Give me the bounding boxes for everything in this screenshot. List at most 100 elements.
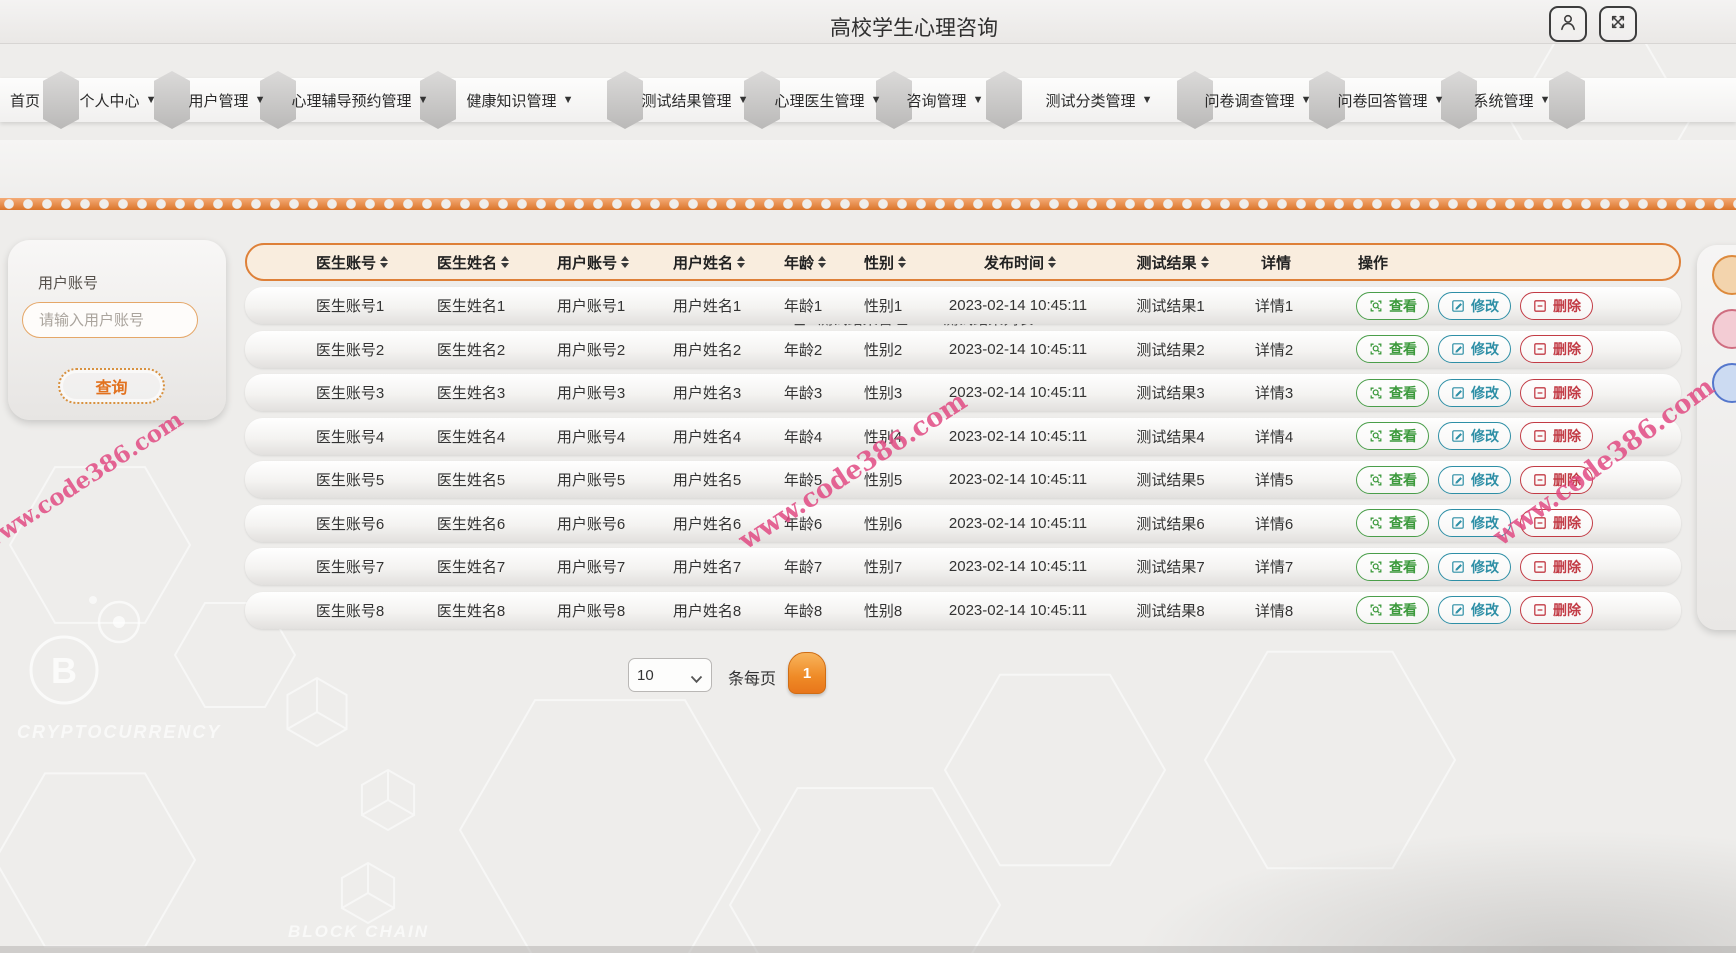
sidebar-search-card: 用户账号 查询 <box>8 240 226 420</box>
right-panel-orange-circle[interactable] <box>1712 255 1736 295</box>
magnifier-icon <box>1368 385 1384 401</box>
caret-down-icon: ▼ <box>417 94 429 106</box>
view-button[interactable]: 查看 <box>1356 335 1429 363</box>
sort-icon[interactable] <box>898 256 906 268</box>
column-header[interactable]: 性别 <box>845 252 925 273</box>
action-label: 查看 <box>1389 515 1417 531</box>
magnifier-icon <box>1368 341 1384 357</box>
user-icon <box>1557 11 1579 38</box>
nav-item-8[interactable]: 测试分类管理 ▼ <box>1046 78 1153 122</box>
search-button[interactable]: 查询 <box>58 368 165 404</box>
edit-button[interactable]: 修改 <box>1438 465 1511 494</box>
main-nav: 首页 个人中心 ▼ 用户管理 ▼ 心理辅导预约管理 ▼ 健康知识管理 ▼ 测试结果管理 ▼ 心理医生管… <box>0 71 1736 129</box>
table-cell: 用户姓名8 <box>672 602 742 620</box>
table-cell: 医生账号2 <box>315 341 385 359</box>
nav-item-1[interactable]: 个人中心 ▼ <box>80 78 157 122</box>
delete-button[interactable]: 删除 <box>1520 378 1593 407</box>
table-cell: 年龄4 <box>783 428 823 446</box>
right-edge-panel <box>1697 245 1736 630</box>
view-button[interactable]: 查看 <box>1356 552 1429 581</box>
nav-item-0[interactable]: 首页 <box>10 78 40 122</box>
nav-item-6[interactable]: 心理医生管理 ▼ <box>775 78 882 122</box>
table-cell: 2023-02-14 10:45:11 <box>948 340 1088 358</box>
column-header-label: 用户账号 <box>556 254 617 272</box>
delete-button[interactable]: 删除 <box>1520 509 1593 537</box>
edit-button[interactable]: 修改 <box>1438 291 1511 320</box>
table-cell: 详情4 <box>1254 428 1294 446</box>
delete-button[interactable]: 删除 <box>1520 335 1593 363</box>
table-cell: 用户账号1 <box>556 298 626 315</box>
nav-item-4[interactable]: 健康知识管理 ▼ <box>467 78 574 122</box>
user-profile-button[interactable] <box>1549 6 1587 42</box>
view-button[interactable]: 查看 <box>1356 422 1429 450</box>
nav-hexagon-divider <box>607 71 643 129</box>
action-label: 查看 <box>1389 471 1417 488</box>
column-header[interactable]: 用户姓名 <box>653 252 765 273</box>
delete-button[interactable]: 删除 <box>1520 596 1593 624</box>
column-header-label: 操作 <box>1358 254 1389 272</box>
view-button[interactable]: 查看 <box>1356 509 1429 537</box>
fullscreen-toggle-button[interactable] <box>1599 6 1637 42</box>
sort-icon[interactable] <box>737 256 745 268</box>
delete-button[interactable]: 删除 <box>1520 552 1593 581</box>
column-header[interactable]: 年龄 <box>765 252 845 273</box>
row-actions: 查看 修改 删除 <box>1320 335 1681 363</box>
column-header[interactable]: 发布时间 <box>925 252 1115 273</box>
edit-button[interactable]: 修改 <box>1438 422 1511 450</box>
sort-icon[interactable] <box>1200 256 1209 268</box>
edit-button[interactable]: 修改 <box>1438 552 1511 581</box>
sort-icon[interactable] <box>621 256 629 268</box>
view-button[interactable]: 查看 <box>1356 465 1429 494</box>
table-cell: 详情5 <box>1254 472 1294 489</box>
edit-button[interactable]: 修改 <box>1438 596 1511 624</box>
nav-item-10[interactable]: 问卷回答管理 ▼ <box>1338 78 1445 122</box>
caret-down-icon: ▼ <box>1300 94 1312 106</box>
sort-icon[interactable] <box>501 256 509 268</box>
table-row: 医生账号4 医生姓名4 用户账号4 用户姓名4 年龄4 性别4 2023-02-14 10:… <box>245 417 1681 455</box>
magnifier-icon <box>1368 559 1384 575</box>
column-header[interactable]: 用户账号 <box>533 252 653 273</box>
view-button[interactable]: 查看 <box>1356 596 1429 624</box>
table-cell: 详情2 <box>1254 341 1294 359</box>
sort-icon[interactable] <box>1048 256 1056 268</box>
table-cell: 医生账号6 <box>315 515 385 533</box>
view-button[interactable]: 查看 <box>1356 378 1429 407</box>
view-button[interactable]: 查看 <box>1356 291 1429 320</box>
right-panel-blue-circle[interactable] <box>1712 363 1736 403</box>
delete-button[interactable]: 删除 <box>1520 422 1593 450</box>
nav-item-5[interactable]: 测试结果管理 ▼ <box>642 78 749 122</box>
delete-button[interactable]: 删除 <box>1520 465 1593 494</box>
nav-item-3[interactable]: 心理辅导预约管理 ▼ <box>292 78 429 122</box>
page-1-button[interactable]: 1 <box>788 652 826 694</box>
action-label: 修改 <box>1471 602 1499 618</box>
nav-item-label: 个人中心 <box>79 92 140 110</box>
nav-item-9[interactable]: 问卷调查管理 ▼ <box>1205 78 1312 122</box>
page-size-select[interactable]: 10 <box>628 658 712 692</box>
nav-item-2[interactable]: 用户管理 ▼ <box>189 78 266 122</box>
table-cell: 用户账号7 <box>556 559 626 576</box>
column-header-label: 医生账号 <box>315 254 376 272</box>
table-cell: 用户姓名7 <box>672 559 742 576</box>
delete-button[interactable]: 删除 <box>1520 291 1593 320</box>
action-label: 删除 <box>1553 341 1581 357</box>
sort-icon[interactable] <box>818 256 826 268</box>
row-actions: 查看 修改 删除 <box>1320 509 1681 537</box>
column-header[interactable]: 医生账号 <box>291 252 413 273</box>
bg-bottom-strip <box>0 946 1736 953</box>
sort-icon[interactable] <box>380 256 388 268</box>
pagination: 10 条每页 1 <box>628 652 1128 700</box>
edit-button[interactable]: 修改 <box>1438 378 1511 407</box>
table-body: 医生账号1 医生姓名1 用户账号1 用户姓名1 年龄1 性别1 2023-02-14 10:… <box>245 287 1681 635</box>
right-panel-pink-circle[interactable] <box>1712 309 1736 349</box>
table-cell: 医生账号7 <box>315 559 385 576</box>
column-header[interactable]: 测试结果 <box>1115 252 1230 273</box>
nav-item-7[interactable]: 咨询管理 ▼ <box>907 78 984 122</box>
account-input[interactable] <box>22 302 198 338</box>
table-cell: 医生姓名1 <box>436 298 506 315</box>
nav-item-11[interactable]: 系统管理 ▼ <box>1474 78 1551 122</box>
edit-button[interactable]: 修改 <box>1438 335 1511 363</box>
pencil-square-icon <box>1450 559 1466 575</box>
column-header[interactable]: 医生姓名 <box>413 252 533 273</box>
edit-button[interactable]: 修改 <box>1438 509 1511 537</box>
table-cell: 性别8 <box>863 602 903 620</box>
